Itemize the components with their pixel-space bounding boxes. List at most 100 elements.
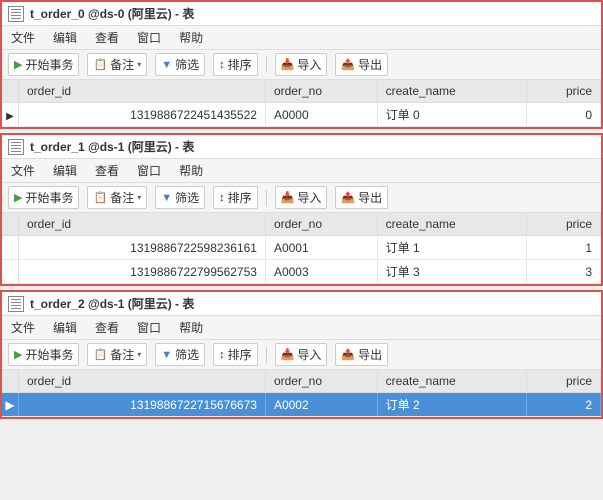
menu-item-窗口[interactable]: 窗口 xyxy=(134,318,164,337)
export-button[interactable]: 📤导出 xyxy=(335,53,388,76)
menu-item-文件[interactable]: 文件 xyxy=(8,161,38,180)
backup-icon: 📋 xyxy=(93,348,107,361)
row-indicator xyxy=(2,236,19,260)
transaction-label: 开始事务 xyxy=(25,346,73,363)
col-indicator xyxy=(2,370,19,393)
menu-item-编辑[interactable]: 编辑 xyxy=(50,28,80,47)
cell-price: 1 xyxy=(527,236,601,260)
table-row[interactable]: ▶1319886722451435522A0000订单 00 xyxy=(2,103,601,127)
col-header-order_id: order_id xyxy=(19,370,266,393)
title-bar-2: t_order_2 @ds-1 (阿里云) - 表 xyxy=(2,292,601,316)
table-row[interactable]: ▶1319886722715676673A0002订单 22 xyxy=(2,393,601,417)
backup-button[interactable]: 📋备注▾ xyxy=(87,186,147,209)
transaction-button[interactable]: ▶开始事务 xyxy=(8,186,79,209)
menu-bar-2: 文件编辑查看窗口帮助 xyxy=(2,316,601,340)
filter-button[interactable]: ▼筛选 xyxy=(155,53,205,76)
window-1: t_order_1 @ds-1 (阿里云) - 表文件编辑查看窗口帮助▶开始事务… xyxy=(0,133,603,286)
menu-item-文件[interactable]: 文件 xyxy=(8,28,38,47)
cell-order-no: A0001 xyxy=(265,236,377,260)
col-header-order_no: order_no xyxy=(265,370,377,393)
col-header-price: price xyxy=(527,370,601,393)
menu-item-帮助[interactable]: 帮助 xyxy=(176,28,206,47)
backup-dropdown-icon: ▾ xyxy=(137,60,141,69)
cell-create-name: 订单 2 xyxy=(377,393,526,417)
col-header-price: price xyxy=(527,213,601,236)
filter-button[interactable]: ▼筛选 xyxy=(155,343,205,366)
filter-icon: ▼ xyxy=(161,59,172,71)
backup-button[interactable]: 📋备注▾ xyxy=(87,53,147,76)
toolbar-0: ▶开始事务 📋备注▾ ▼筛选 ↕排序 📥导入 📤导出 xyxy=(2,50,601,80)
menu-item-窗口[interactable]: 窗口 xyxy=(134,28,164,47)
menu-item-查看[interactable]: 查看 xyxy=(92,28,122,47)
sort-button[interactable]: ↕排序 xyxy=(213,186,258,209)
sort-icon: ↕ xyxy=(219,192,225,204)
table-container-0: order_idorder_nocreate_nameprice▶1319886… xyxy=(2,80,601,127)
cell-create-name: 订单 0 xyxy=(377,103,526,127)
backup-label: 备注 xyxy=(110,346,134,363)
cell-create-name: 订单 3 xyxy=(377,260,526,284)
table-icon xyxy=(8,6,24,22)
filter-icon: ▼ xyxy=(161,349,172,361)
import-button[interactable]: 📥导入 xyxy=(275,53,328,76)
menu-item-查看[interactable]: 查看 xyxy=(92,161,122,180)
transaction-label: 开始事务 xyxy=(25,189,73,206)
toolbar-1: ▶开始事务 📋备注▾ ▼筛选 ↕排序 📥导入 📤导出 xyxy=(2,183,601,213)
export-button[interactable]: 📤导出 xyxy=(335,343,388,366)
import-icon: 📥 xyxy=(281,348,295,361)
data-table-0: order_idorder_nocreate_nameprice▶1319886… xyxy=(2,80,601,127)
import-label: 导入 xyxy=(297,56,321,73)
export-icon: 📤 xyxy=(341,191,355,204)
transaction-button[interactable]: ▶开始事务 xyxy=(8,343,79,366)
filter-icon: ▼ xyxy=(161,192,172,204)
cell-order-no: A0003 xyxy=(265,260,377,284)
menu-item-帮助[interactable]: 帮助 xyxy=(176,161,206,180)
import-label: 导入 xyxy=(297,189,321,206)
cell-create-name: 订单 1 xyxy=(377,236,526,260)
table-container-2: order_idorder_nocreate_nameprice▶1319886… xyxy=(2,370,601,417)
backup-label: 备注 xyxy=(110,56,134,73)
sort-label: 排序 xyxy=(228,189,252,206)
table-row[interactable]: 1319886722598236161A0001订单 11 xyxy=(2,236,601,260)
cell-order-no: A0000 xyxy=(265,103,377,127)
menu-item-查看[interactable]: 查看 xyxy=(92,318,122,337)
window-title: t_order_2 @ds-1 (阿里云) - 表 xyxy=(30,295,194,312)
table-container-1: order_idorder_nocreate_nameprice 1319886… xyxy=(2,213,601,284)
import-button[interactable]: 📥导入 xyxy=(275,343,328,366)
toolbar-separator xyxy=(266,347,267,363)
sort-icon: ↕ xyxy=(219,349,225,361)
cell-order-id: 1319886722799562753 xyxy=(19,260,266,284)
sort-button[interactable]: ↕排序 xyxy=(213,343,258,366)
filter-button[interactable]: ▼筛选 xyxy=(155,186,205,209)
sort-icon: ↕ xyxy=(219,59,225,71)
filter-label: 筛选 xyxy=(175,346,199,363)
col-header-create_name: create_name xyxy=(377,370,526,393)
sort-label: 排序 xyxy=(228,346,252,363)
menu-item-编辑[interactable]: 编辑 xyxy=(50,318,80,337)
col-header-order_no: order_no xyxy=(265,213,377,236)
menu-item-文件[interactable]: 文件 xyxy=(8,318,38,337)
backup-button[interactable]: 📋备注▾ xyxy=(87,343,147,366)
export-button[interactable]: 📤导出 xyxy=(335,186,388,209)
toolbar-separator xyxy=(266,57,267,73)
cell-price: 3 xyxy=(527,260,601,284)
import-icon: 📥 xyxy=(281,58,295,71)
sort-button[interactable]: ↕排序 xyxy=(213,53,258,76)
menu-item-窗口[interactable]: 窗口 xyxy=(134,161,164,180)
menu-bar-0: 文件编辑查看窗口帮助 xyxy=(2,26,601,50)
window-2: t_order_2 @ds-1 (阿里云) - 表文件编辑查看窗口帮助 ▶开始事务… xyxy=(0,290,603,419)
window-0: t_order_0 @ds-0 (阿里云) - 表文件编辑查看窗口帮助▶开始事务… xyxy=(0,0,603,129)
menu-item-帮助[interactable]: 帮助 xyxy=(176,318,206,337)
transaction-icon: ▶ xyxy=(14,191,22,204)
menu-bar-1: 文件编辑查看窗口帮助 xyxy=(2,159,601,183)
window-title: t_order_1 @ds-1 (阿里云) - 表 xyxy=(30,138,194,155)
sort-label: 排序 xyxy=(228,56,252,73)
filter-label: 筛选 xyxy=(175,189,199,206)
cell-order-id: 1319886722715676673 xyxy=(19,393,266,417)
import-button[interactable]: 📥导入 xyxy=(275,186,328,209)
table-row[interactable]: 1319886722799562753A0003订单 33 xyxy=(2,260,601,284)
menu-item-编辑[interactable]: 编辑 xyxy=(50,161,80,180)
transaction-button[interactable]: ▶开始事务 xyxy=(8,53,79,76)
backup-icon: 📋 xyxy=(93,58,107,71)
data-table-1: order_idorder_nocreate_nameprice 1319886… xyxy=(2,213,601,284)
col-header-price: price xyxy=(527,80,601,103)
